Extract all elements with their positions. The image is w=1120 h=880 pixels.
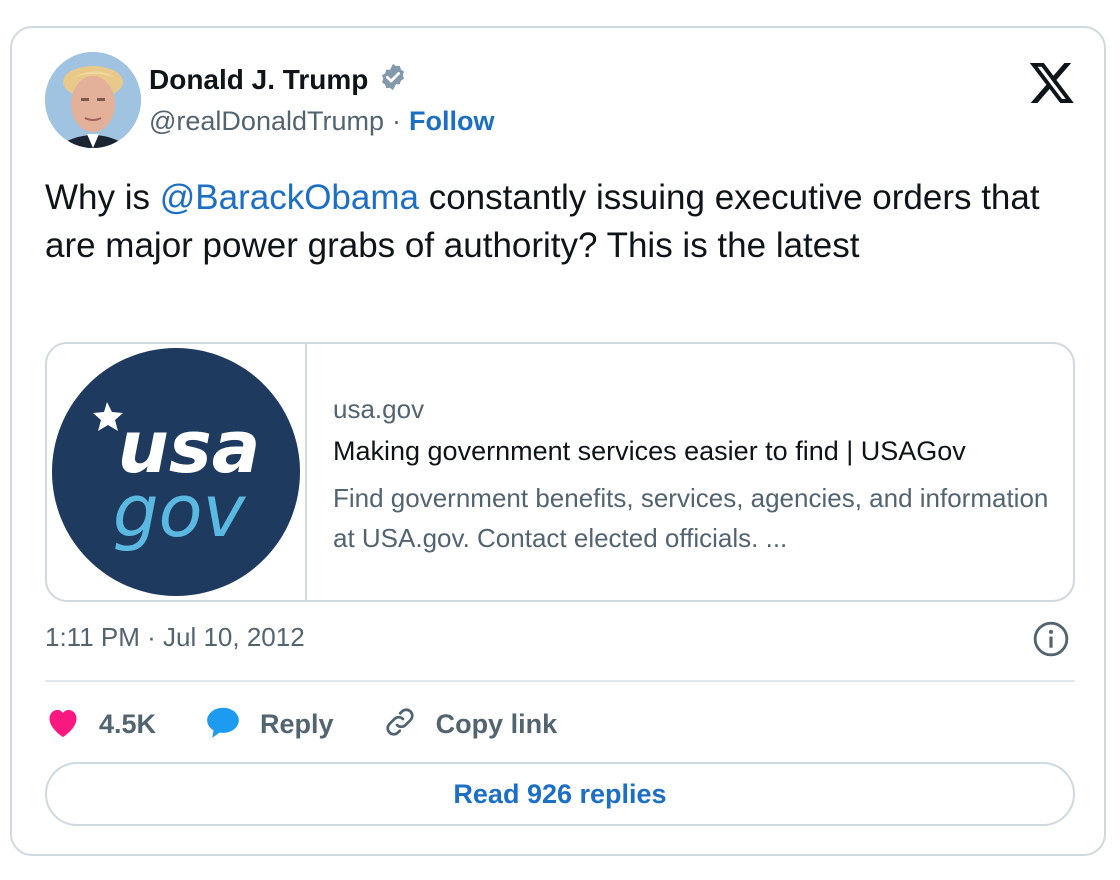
link-icon bbox=[382, 704, 418, 745]
x-logo-icon[interactable] bbox=[1028, 58, 1076, 106]
action-bar: 4.5K Reply Copy link bbox=[45, 702, 605, 746]
author-name[interactable]: Donald J. Trump bbox=[149, 64, 368, 96]
author-handle-row: @realDonaldTrump · Follow bbox=[149, 106, 494, 137]
tweet-text-before: Why is bbox=[45, 178, 160, 217]
usagov-logo-icon: usa gov bbox=[52, 348, 300, 596]
copy-link-label: Copy link bbox=[435, 708, 558, 739]
author-name-row: Donald J. Trump bbox=[149, 62, 408, 97]
follow-button[interactable]: Follow bbox=[409, 106, 494, 137]
avatar[interactable] bbox=[45, 52, 141, 148]
link-title: Making government services easier to fin… bbox=[333, 436, 966, 466]
read-replies-button[interactable]: Read 926 replies bbox=[45, 762, 1075, 826]
link-description: Find government benefits, services, agen… bbox=[333, 483, 1049, 553]
reply-bubble-icon bbox=[204, 704, 242, 745]
tweet-text: Why is @BarackObama constantly issuing e… bbox=[45, 174, 1075, 270]
handle-separator: · bbox=[392, 106, 401, 136]
heart-icon bbox=[45, 705, 81, 744]
logo-text-bottom: gov bbox=[113, 469, 247, 553]
info-icon[interactable] bbox=[1032, 620, 1070, 658]
tweet-embed-card: Donald J. Trump @realDonaldTrump · Follo… bbox=[10, 26, 1106, 856]
like-count: 4.5K bbox=[99, 708, 157, 739]
mention-link[interactable]: @BarackObama bbox=[160, 178, 419, 217]
reply-button[interactable]: Reply bbox=[204, 704, 334, 745]
link-domain: usa.gov bbox=[333, 394, 425, 424]
link-preview-card[interactable]: usa gov usa.gov Making government servic… bbox=[45, 342, 1075, 602]
tweet-timestamp[interactable]: 1:11 PM · Jul 10, 2012 bbox=[45, 622, 305, 653]
verified-badge-icon bbox=[378, 62, 408, 97]
link-thumbnail: usa gov bbox=[47, 344, 307, 600]
like-button[interactable]: 4.5K bbox=[45, 705, 156, 744]
author-handle[interactable]: @realDonaldTrump bbox=[149, 106, 384, 137]
divider bbox=[45, 680, 1075, 682]
reply-label: Reply bbox=[260, 708, 334, 739]
copy-link-button[interactable]: Copy link bbox=[382, 704, 558, 745]
